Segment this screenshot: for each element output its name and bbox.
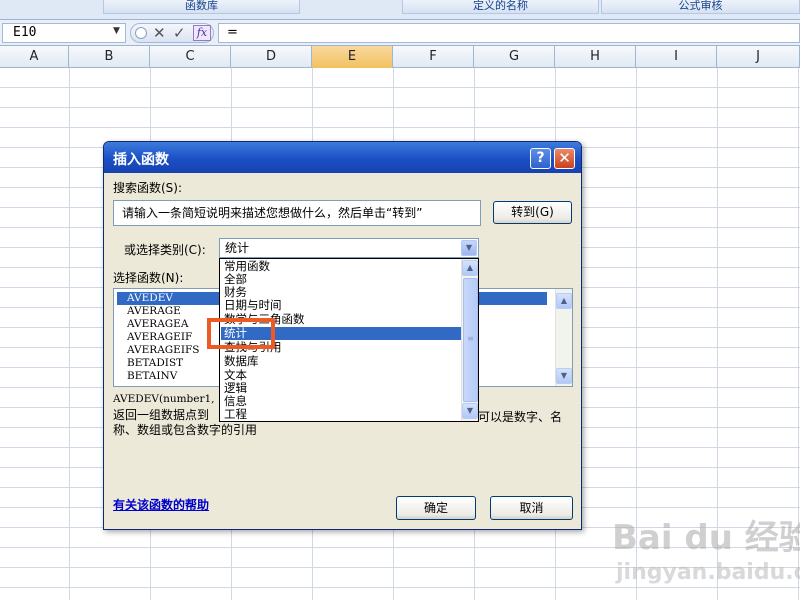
dropdown-item[interactable]: 工程 xyxy=(221,408,461,421)
function-help-link[interactable]: 有关该函数的帮助 xyxy=(113,496,209,513)
formula-input[interactable]: = xyxy=(218,23,800,43)
category-label: 或选择类别(C): xyxy=(124,243,206,257)
column-header-i[interactable]: I xyxy=(636,46,717,68)
column-header-f[interactable]: F xyxy=(393,46,474,68)
column-header-g[interactable]: G xyxy=(474,46,555,68)
ok-button[interactable]: 确定 xyxy=(396,496,476,520)
column-headers: A B C D E F G H I J xyxy=(0,46,800,68)
column-header-a[interactable]: A xyxy=(0,46,69,68)
description-line-1-end: 可以是数字、名 xyxy=(478,410,563,424)
ribbon-group-defined-names[interactable]: 定义的名称 xyxy=(402,0,599,14)
dropdown-item[interactable]: 日期与时间 xyxy=(221,299,461,312)
function-syntax: AVEDEV(number1, xyxy=(113,393,215,405)
category-select-value: 统计 xyxy=(225,241,250,255)
dialog-titlebar[interactable]: 插入函数 ? ✕ xyxy=(104,142,581,173)
dropdown-item[interactable]: 常用函数 xyxy=(221,260,461,273)
cancel-button[interactable]: 取消 xyxy=(490,496,573,520)
column-header-e[interactable]: E xyxy=(312,46,393,68)
formula-buttons: ✕ ✓ fx xyxy=(130,23,214,43)
description-line-2: 称、数组或包含数字的引用 xyxy=(113,423,258,437)
cancel-formula-icon[interactable]: ✕ xyxy=(153,24,166,42)
baidu-watermark-logo: Bai du 经验 xyxy=(612,518,800,558)
search-input[interactable]: 请输入一条简短说明来描述您想做什么，然后单击“转到” xyxy=(113,200,481,226)
description-line-1: 返回一组数据点到 xyxy=(113,408,210,422)
function-label: 选择函数(N): xyxy=(113,271,184,285)
name-box-dropdown-icon[interactable]: ▼ xyxy=(113,26,120,36)
close-icon[interactable]: ✕ xyxy=(554,148,575,169)
column-header-d[interactable]: D xyxy=(231,46,312,68)
scroll-down-icon[interactable]: ▼ xyxy=(556,368,572,384)
dialog-title: 插入函数 xyxy=(113,152,169,168)
dropdown-scrollbar[interactable]: ▲ ≡ ▼ xyxy=(461,259,478,421)
scroll-up-icon[interactable]: ▲ xyxy=(556,293,572,309)
excel-window: 函数库 定义的名称 公式审核 E10 ▼ ✕ ✓ fx = A B C D E … xyxy=(0,0,800,600)
ribbon-group-formula-auditing[interactable]: 公式审核 xyxy=(601,0,800,14)
dropdown-item[interactable]: 信息 xyxy=(221,395,461,408)
category-select[interactable]: 统计 ▼ xyxy=(219,238,479,258)
ribbon-group-strip: 函数库 定义的名称 公式审核 xyxy=(0,0,800,20)
search-label: 搜索函数(S): xyxy=(113,181,183,195)
scroll-thumb[interactable]: ≡ xyxy=(463,278,478,402)
baidu-watermark-url: jingyan.baidu.com xyxy=(616,560,800,585)
dropdown-item[interactable]: 全部 xyxy=(221,273,461,286)
column-header-c[interactable]: C xyxy=(150,46,231,68)
column-header-h[interactable]: H xyxy=(555,46,636,68)
formula-bar: E10 ▼ ✕ ✓ fx = xyxy=(0,20,800,46)
dropdown-item[interactable]: 数据库 xyxy=(221,355,461,368)
annotation-highlight-box xyxy=(207,318,275,349)
help-icon[interactable]: ? xyxy=(530,148,551,169)
ribbon-group-function-library[interactable]: 函数库 xyxy=(103,0,300,14)
insert-function-icon[interactable]: fx xyxy=(193,25,211,41)
scroll-up-icon[interactable]: ▲ xyxy=(462,260,478,276)
expand-handle-icon[interactable] xyxy=(135,27,147,39)
enter-formula-icon[interactable]: ✓ xyxy=(173,24,186,42)
function-list-scrollbar[interactable]: ▲ ▼ xyxy=(555,289,572,386)
dropdown-item[interactable]: 文本 xyxy=(221,369,461,382)
column-header-j[interactable]: J xyxy=(717,46,800,68)
column-header-b[interactable]: B xyxy=(69,46,150,68)
chevron-down-icon[interactable]: ▼ xyxy=(461,240,477,256)
scroll-down-icon[interactable]: ▼ xyxy=(462,403,478,419)
goto-button[interactable]: 转到(G) xyxy=(493,201,572,224)
name-box[interactable]: E10 xyxy=(2,23,126,43)
dropdown-item[interactable]: 逻辑 xyxy=(221,382,461,395)
